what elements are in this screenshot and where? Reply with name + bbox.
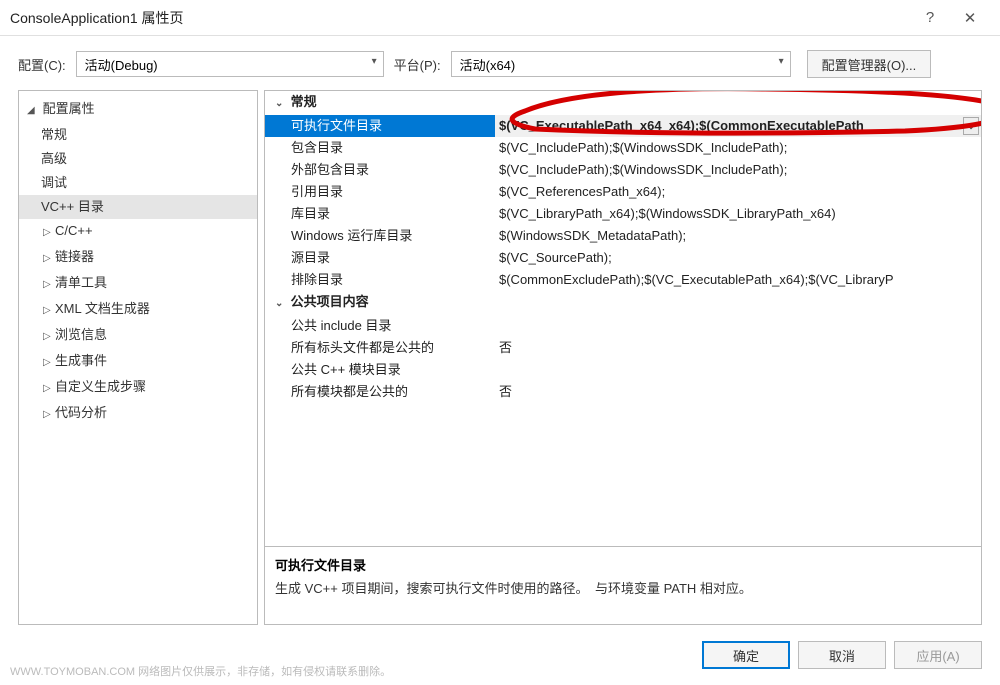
property-value[interactable]: $(VC_ExecutablePath_x64_x64);$(CommonExe… bbox=[495, 115, 981, 137]
property-name: 公共 C++ 模块目录 bbox=[265, 359, 495, 381]
property-name: 所有模块都是公共的 bbox=[265, 381, 495, 403]
tree-item[interactable]: ▷生成事件 bbox=[19, 349, 257, 375]
property-grid[interactable]: ⌄ 常规 可执行文件目录$(VC_ExecutablePath_x64_x64)… bbox=[265, 91, 981, 546]
caret-down-icon: ⌄ bbox=[275, 93, 287, 115]
config-combo[interactable]: 活动(Debug) ▾ bbox=[76, 51, 384, 77]
property-name: 库目录 bbox=[265, 203, 495, 225]
tree-item[interactable]: ▷C/C++ bbox=[19, 219, 257, 245]
property-value[interactable]: $(VC_IncludePath);$(WindowsSDK_IncludePa… bbox=[495, 137, 981, 159]
close-icon[interactable]: ✕ bbox=[950, 9, 990, 27]
window-title: ConsoleApplication1 属性页 bbox=[10, 8, 910, 28]
property-name: 公共 include 目录 bbox=[265, 315, 495, 337]
property-name: 外部包含目录 bbox=[265, 159, 495, 181]
property-value[interactable]: $(WindowsSDK_MetadataPath); bbox=[495, 225, 981, 247]
description-panel: 可执行文件目录 生成 VC++ 项目期间，搜索可执行文件时使用的路径。 与环境变… bbox=[265, 546, 981, 624]
dialog-buttons: 确定 取消 应用(A) bbox=[702, 641, 982, 669]
property-name: 所有标头文件都是公共的 bbox=[265, 337, 495, 359]
property-row[interactable]: 所有标头文件都是公共的否 bbox=[265, 337, 981, 359]
caret-right-icon: ▷ bbox=[43, 275, 55, 295]
section-public[interactable]: ⌄ 公共项目内容 bbox=[265, 291, 981, 315]
tree-item[interactable]: ▷代码分析 bbox=[19, 401, 257, 427]
caret-right-icon: ▷ bbox=[43, 249, 55, 269]
property-name: 包含目录 bbox=[265, 137, 495, 159]
property-tree[interactable]: ◢ 配置属性 常规高级调试VC++ 目录 ▷C/C++▷链接器▷清单工具▷XML… bbox=[18, 90, 258, 625]
property-row[interactable]: 源目录$(VC_SourcePath); bbox=[265, 247, 981, 269]
property-row[interactable]: Windows 运行库目录$(WindowsSDK_MetadataPath); bbox=[265, 225, 981, 247]
cancel-button[interactable]: 取消 bbox=[798, 641, 886, 669]
property-value[interactable]: $(VC_ReferencesPath_x64); bbox=[495, 181, 981, 203]
property-row[interactable]: 外部包含目录$(VC_IncludePath);$(WindowsSDK_Inc… bbox=[265, 159, 981, 181]
property-row[interactable]: 库目录$(VC_LibraryPath_x64);$(WindowsSDK_Li… bbox=[265, 203, 981, 225]
platform-combo[interactable]: 活动(x64) ▾ bbox=[451, 51, 791, 77]
tree-root[interactable]: ◢ 配置属性 bbox=[19, 97, 257, 123]
chevron-down-icon: ▾ bbox=[372, 56, 377, 67]
property-value[interactable]: $(CommonExcludePath);$(VC_ExecutablePath… bbox=[495, 269, 981, 291]
caret-down-icon: ⌄ bbox=[275, 293, 287, 315]
tree-item[interactable]: ▷自定义生成步骤 bbox=[19, 375, 257, 401]
property-value[interactable]: $(VC_LibraryPath_x64);$(WindowsSDK_Libra… bbox=[495, 203, 981, 225]
tree-item[interactable]: VC++ 目录 bbox=[19, 195, 257, 219]
platform-label: 平台(P): bbox=[394, 55, 441, 74]
caret-right-icon: ▷ bbox=[43, 327, 55, 347]
caret-right-icon: ▷ bbox=[43, 405, 55, 425]
dropdown-icon[interactable]: ⌄ bbox=[963, 117, 979, 135]
description-text: 生成 VC++ 项目期间，搜索可执行文件时使用的路径。 与环境变量 PATH 相… bbox=[275, 578, 971, 597]
title-bar: ConsoleApplication1 属性页 ? ✕ bbox=[0, 0, 1000, 36]
property-value[interactable]: $(VC_IncludePath);$(WindowsSDK_IncludePa… bbox=[495, 159, 981, 181]
ok-button[interactable]: 确定 bbox=[702, 641, 790, 669]
config-label: 配置(C): bbox=[18, 55, 66, 74]
property-name: 排除目录 bbox=[265, 269, 495, 291]
description-title: 可执行文件目录 bbox=[275, 555, 971, 574]
tree-item[interactable]: ▷XML 文档生成器 bbox=[19, 297, 257, 323]
caret-right-icon: ▷ bbox=[43, 353, 55, 373]
property-row[interactable]: 排除目录$(CommonExcludePath);$(VC_Executable… bbox=[265, 269, 981, 291]
property-name: Windows 运行库目录 bbox=[265, 225, 495, 247]
help-icon[interactable]: ? bbox=[910, 9, 950, 26]
property-name: 源目录 bbox=[265, 247, 495, 269]
caret-right-icon: ▷ bbox=[43, 301, 55, 321]
property-value[interactable] bbox=[495, 315, 981, 337]
property-value[interactable]: 否 bbox=[495, 381, 981, 403]
property-row[interactable]: 包含目录$(VC_IncludePath);$(WindowsSDK_Inclu… bbox=[265, 137, 981, 159]
property-row[interactable]: 可执行文件目录$(VC_ExecutablePath_x64_x64);$(Co… bbox=[265, 115, 981, 137]
property-value[interactable]: 否 bbox=[495, 337, 981, 359]
config-manager-button[interactable]: 配置管理器(O)... bbox=[807, 50, 932, 78]
property-name: 可执行文件目录 bbox=[265, 115, 495, 137]
property-row[interactable]: 引用目录$(VC_ReferencesPath_x64); bbox=[265, 181, 981, 203]
property-row[interactable]: 公共 include 目录 bbox=[265, 315, 981, 337]
caret-right-icon: ▷ bbox=[43, 379, 55, 399]
property-value[interactable]: $(VC_SourcePath); bbox=[495, 247, 981, 269]
caret-right-icon: ▷ bbox=[43, 223, 55, 243]
tree-item[interactable]: 调试 bbox=[19, 171, 257, 195]
apply-button[interactable]: 应用(A) bbox=[894, 641, 982, 669]
tree-item[interactable]: ▷清单工具 bbox=[19, 271, 257, 297]
platform-value: 活动(x64) bbox=[460, 55, 516, 74]
tree-item[interactable]: 常规 bbox=[19, 123, 257, 147]
property-row[interactable]: 所有模块都是公共的否 bbox=[265, 381, 981, 403]
section-general[interactable]: ⌄ 常规 bbox=[265, 91, 981, 115]
tree-item[interactable]: ▷浏览信息 bbox=[19, 323, 257, 349]
caret-down-icon: ◢ bbox=[27, 101, 39, 121]
tree-item[interactable]: 高级 bbox=[19, 147, 257, 171]
tree-item[interactable]: ▷链接器 bbox=[19, 245, 257, 271]
chevron-down-icon: ▾ bbox=[779, 56, 784, 67]
config-value: 活动(Debug) bbox=[85, 55, 158, 74]
property-name: 引用目录 bbox=[265, 181, 495, 203]
property-row[interactable]: 公共 C++ 模块目录 bbox=[265, 359, 981, 381]
watermark-text: WWW.TOYMOBAN.COM 网络图片仅供展示，非存储，如有侵权请联系删除。 bbox=[10, 663, 391, 679]
toolbar: 配置(C): 活动(Debug) ▾ 平台(P): 活动(x64) ▾ 配置管理… bbox=[0, 36, 1000, 92]
property-value[interactable] bbox=[495, 359, 981, 381]
